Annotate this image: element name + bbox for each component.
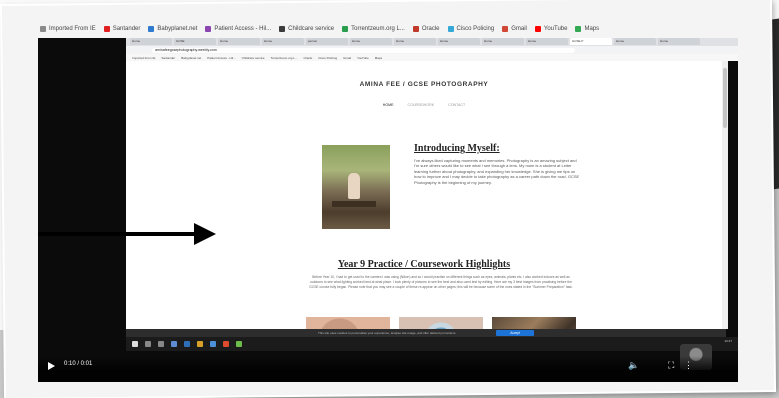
play-button[interactable]: [48, 362, 55, 370]
bookmark-item[interactable]: Gmail: [502, 26, 527, 32]
bookmark-icon: [103, 26, 110, 32]
browser-tab[interactable]: Home: [262, 38, 304, 45]
browser-tab[interactable]: GCSE: [174, 38, 216, 45]
bookmark-icon: [279, 26, 286, 32]
nav-coursework[interactable]: COURSEWORK: [408, 103, 435, 107]
bookmark-item[interactable]: Cisco Policing: [447, 26, 494, 32]
bookmark-icon: [447, 26, 454, 32]
arrow-annotation-head: [194, 223, 216, 245]
bookmark-icon: [40, 26, 46, 32]
browser-tab[interactable]: Home: [350, 38, 392, 45]
cookie-banner: This site uses cookies to personalise yo…: [126, 329, 726, 337]
store-icon[interactable]: [210, 341, 216, 347]
bookmark-item[interactable]: Santander: [161, 56, 175, 60]
browser-tab-active[interactable]: GCSE P: [570, 38, 612, 45]
practice-paragraph: Before Year 10, I had to get used to the…: [309, 275, 573, 289]
bookmark-item[interactable]: Childcare service: [279, 26, 334, 32]
site-title: AMINA FEE / GCSE PHOTOGRAPHY: [359, 81, 489, 88]
browser-tab[interactable]: Home: [130, 38, 172, 45]
edge-icon[interactable]: [184, 341, 190, 347]
bookmark-item[interactable]: Gmail: [343, 56, 351, 60]
bookmark-item[interactable]: Imported From IE: [40, 26, 96, 32]
intro-paragraph: I've always liked capturing moments and …: [414, 158, 580, 185]
more-options-icon[interactable]: ⋮: [684, 360, 693, 370]
bookmark-item[interactable]: Torrentzeum.org L...: [271, 56, 298, 60]
bookmark-item[interactable]: YouTube: [534, 26, 567, 32]
gallery-image-eye-1[interactable]: [306, 317, 390, 329]
web-page: AMINA FEE / GCSE PHOTOGRAPHY HOME COURSE…: [126, 61, 722, 329]
bookmark-icon: [502, 26, 509, 32]
browser-tab[interactable]: person: [306, 38, 348, 45]
browser-tab[interactable]: Home: [482, 38, 524, 45]
os-taskbar: 10:27: [126, 337, 738, 351]
bookmark-item[interactable]: Babyplanet.net: [181, 56, 201, 60]
bookmark-item[interactable]: Cisco Policing: [318, 56, 337, 60]
browser-tab[interactable]: Home: [438, 38, 480, 45]
fullscreen-icon[interactable]: ⛶: [668, 360, 674, 370]
bench-shape: [332, 201, 376, 207]
browser-tab[interactable]: Home: [394, 38, 436, 45]
bookmark-item[interactable]: Oracle: [412, 26, 440, 32]
search-icon[interactable]: [145, 341, 151, 347]
chrome-icon[interactable]: [223, 341, 229, 347]
outer-bookmarks-bar: Imported From IE Santander Babyplanet.ne…: [40, 22, 599, 36]
browser-tab[interactable]: Home: [614, 38, 656, 45]
cookie-accept-button[interactable]: Accept: [496, 330, 534, 336]
bookmark-icon: [534, 26, 541, 32]
cookie-text: This site uses cookies to personalise yo…: [318, 331, 457, 335]
start-icon[interactable]: [132, 341, 138, 347]
browser-address-bar: aminafeegcsephotography.weebly.com: [126, 46, 738, 54]
nav-contact[interactable]: CONTACT: [448, 103, 465, 107]
bookmark-item[interactable]: Childcare service: [242, 56, 265, 60]
arrow-annotation-line: [38, 232, 198, 236]
bookmark-item[interactable]: Santander: [103, 26, 140, 32]
browser-tab-bar: Home GCSE Home Home person Home Home Hom…: [126, 38, 738, 46]
explorer-icon[interactable]: [197, 341, 203, 347]
bookmark-item[interactable]: Oracle: [303, 56, 312, 60]
app-icon[interactable]: [236, 341, 242, 347]
taskview-icon[interactable]: [171, 341, 177, 347]
bookmark-icon: [412, 26, 419, 32]
bookmark-icon: [342, 26, 349, 32]
gallery-image-animal[interactable]: [492, 317, 576, 329]
intro-heading: Introducing Myself:: [414, 143, 500, 154]
browser-tab[interactable]: Home: [218, 38, 260, 45]
volume-icon[interactable]: 🔈: [628, 360, 639, 370]
person-figure: [348, 173, 360, 199]
nav-home[interactable]: HOME: [383, 103, 394, 107]
page-scroll-thumb[interactable]: [723, 68, 727, 128]
bookmark-item[interactable]: Patient Access - Hil...: [205, 26, 271, 32]
monitor-screen: Home GCSE Home Home person Home Home Hom…: [38, 38, 738, 382]
cortana-icon[interactable]: [158, 341, 164, 347]
bookmark-item[interactable]: Maps: [575, 26, 599, 32]
bookmark-item[interactable]: Torrentzeum.org L...: [342, 26, 405, 32]
bookmark-icon: [148, 26, 155, 32]
browser-tab[interactable]: Home: [658, 38, 700, 45]
bookmark-icon: [205, 26, 212, 32]
gallery-image-eye-2[interactable]: [399, 317, 483, 329]
bookmark-item[interactable]: Patient Access - Hil...: [207, 56, 235, 60]
os-clock: 10:27: [724, 339, 732, 343]
bookmark-item[interactable]: YouTube: [357, 56, 369, 60]
browser-tab[interactable]: Home: [526, 38, 568, 45]
site-nav: HOME COURSEWORK CONTACT: [126, 103, 722, 107]
bookmark-item[interactable]: Maps: [375, 56, 382, 60]
bookmark-icon: [575, 26, 582, 32]
video-time: 0:10 / 0:01: [64, 361, 93, 367]
url-input[interactable]: aminafeegcsephotography.weebly.com: [152, 47, 575, 53]
bookmark-item[interactable]: Babyplanet.net: [148, 26, 197, 32]
practice-heading: Year 9 Practice / Coursework Highlights: [337, 259, 511, 270]
bookmark-item[interactable]: Imported From IE: [132, 56, 155, 60]
intro-photo: [322, 145, 390, 229]
inner-bookmarks-bar: Imported From IE Santander Babyplanet.ne…: [126, 54, 738, 61]
